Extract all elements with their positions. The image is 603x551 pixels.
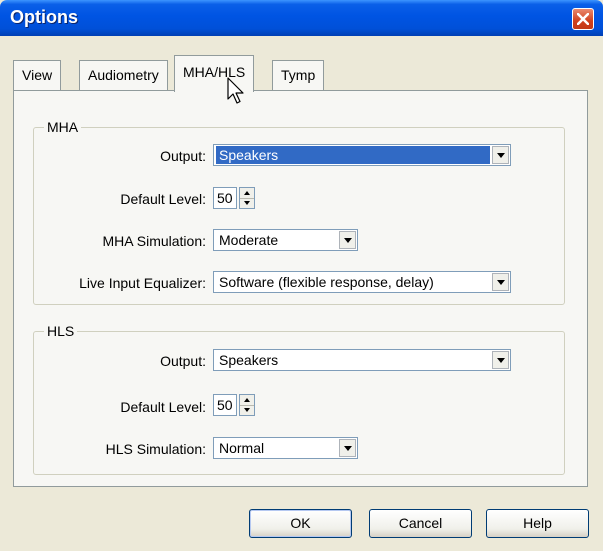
mha-default-level-label: Default Level: [120,191,206,207]
tab-view-label: View [22,67,53,83]
tab-tymp[interactable]: Tymp [272,60,325,90]
mha-simulation-select[interactable]: Moderate [213,229,358,251]
mha-legend: MHA [44,119,82,135]
spin-down-icon[interactable] [240,405,254,415]
window-title: Options [10,7,78,27]
mha-default-level-input[interactable]: 50 [213,187,237,209]
mha-output-select[interactable]: Speakers [213,144,511,166]
tab-audiometry-label: Audiometry [88,67,159,83]
hls-simulation-label: HLS Simulation: [105,441,206,457]
close-icon [577,13,589,25]
mha-default-level-stepper[interactable] [239,187,255,209]
chevron-down-icon[interactable] [492,351,509,369]
mha-output-value: Speakers [216,146,490,164]
mha-output-label: Output: [160,148,206,164]
hls-simulation-select[interactable]: Normal [213,437,358,459]
hls-default-level-label: Default Level: [120,399,206,415]
help-button[interactable]: Help [486,509,589,538]
chevron-down-icon[interactable] [339,231,356,249]
hls-output-label: Output: [160,353,206,369]
hls-output-value: Speakers [219,352,279,368]
ok-button[interactable]: OK [249,509,352,538]
tab-tymp-label: Tymp [281,67,316,83]
mha-equalizer-value: Software (flexible response, delay) [219,274,434,290]
hls-default-level-input[interactable]: 50 [213,394,237,416]
tab-panel: MHA Output: Speakers Default Level: 50 M… [13,90,588,487]
tab-audiometry[interactable]: Audiometry [79,60,168,90]
chevron-down-icon[interactable] [492,273,509,291]
chevron-down-icon[interactable] [339,439,356,457]
title-bar[interactable]: Options [0,0,603,36]
close-button[interactable] [572,8,594,30]
mha-simulation-label: MHA Simulation: [102,233,206,249]
tab-view[interactable]: View [13,60,62,90]
mouse-pointer-icon [227,77,244,104]
mha-equalizer-select[interactable]: Software (flexible response, delay) [213,271,511,293]
chevron-down-icon[interactable] [492,146,509,164]
hls-legend: HLS [44,323,78,339]
hls-default-level-stepper[interactable] [239,394,255,416]
mha-equalizer-label: Live Input Equalizer: [79,275,206,291]
cancel-button[interactable]: Cancel [369,509,472,538]
mha-simulation-value: Moderate [219,232,279,248]
hls-output-select[interactable]: Speakers [213,349,511,371]
spin-down-icon[interactable] [240,198,254,208]
hls-simulation-value: Normal [219,440,265,456]
